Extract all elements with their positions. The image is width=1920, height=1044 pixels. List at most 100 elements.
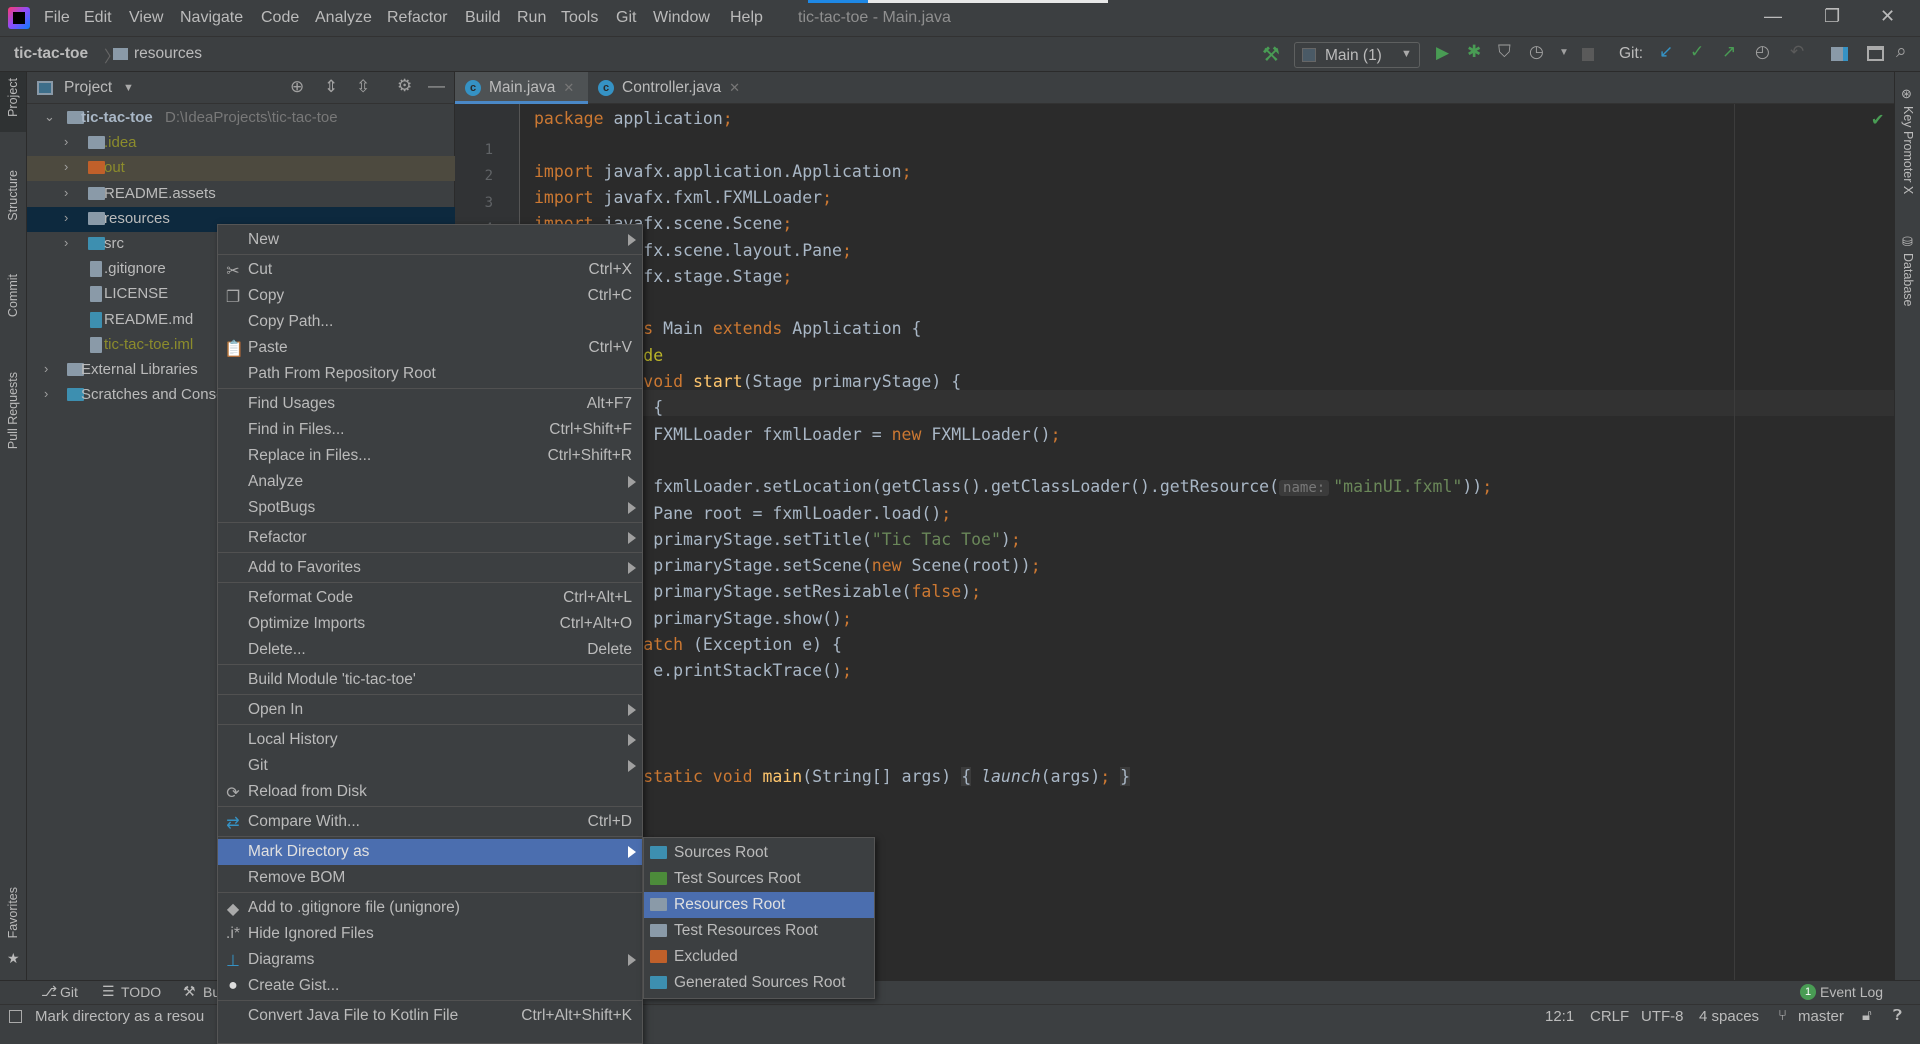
menu-item-hide-ignored-files[interactable]: .i* Hide Ignored Files (218, 921, 642, 947)
collapse-all-icon[interactable]: ⇳ (356, 77, 370, 97)
menu-code[interactable]: Code (261, 9, 299, 27)
menu-item-find-usages[interactable]: Find Usages Alt+F7 (218, 391, 642, 417)
tool-window-commit[interactable]: Commit (6, 274, 20, 317)
menu-item-delete[interactable]: Delete... Delete (218, 637, 642, 663)
menu-tools[interactable]: Tools (561, 9, 598, 27)
menu-item-replace-in-files[interactable]: Replace in Files... Ctrl+Shift+R (218, 443, 642, 469)
menu-item-add-to-gitignore-file-unignore[interactable]: ◆ Add to .gitignore file (unignore) (218, 895, 642, 921)
tab-main-java[interactable]: c Main.java ✕ (455, 72, 588, 104)
menu-view[interactable]: View (129, 9, 163, 27)
tool-window-event-log[interactable]: Event Log (1820, 984, 1883, 1000)
history-clock-icon[interactable]: ◴ (1755, 42, 1770, 62)
chevron-right-icon[interactable]: › (64, 185, 68, 200)
indent-setting[interactable]: 4 spaces (1699, 1008, 1759, 1025)
menu-item-build-module-tic-tac-toe[interactable]: Build Module 'tic-tac-toe' (218, 667, 642, 693)
menu-item-reload-from-disk[interactable]: ⟳ Reload from Disk (218, 779, 642, 805)
menu-item-copy-path[interactable]: Copy Path... (218, 309, 642, 335)
git-update-arrow-icon[interactable]: ↙ (1659, 42, 1673, 62)
menu-item-compare-with[interactable]: ⇄ Compare With... Ctrl+D (218, 809, 642, 835)
menu-item-git[interactable]: Git (218, 753, 642, 779)
line-separator[interactable]: CRLF (1590, 1008, 1629, 1025)
chevron-right-icon[interactable]: › (64, 235, 68, 250)
project-view-selector[interactable]: Project (64, 79, 112, 97)
menu-item-refactor[interactable]: Refactor (218, 525, 642, 551)
menu-item-local-history[interactable]: Local History (218, 727, 642, 753)
code-line[interactable]: package application; (534, 106, 733, 132)
tab-controller-java[interactable]: c Controller.java ✕ (588, 72, 753, 104)
debug-bug-icon[interactable]: ✱ (1467, 42, 1481, 62)
chevron-right-icon[interactable]: › (44, 386, 48, 401)
menu-refactor[interactable]: Refactor (387, 9, 447, 27)
run-icon[interactable]: ▶ (1436, 43, 1449, 63)
tool-window-todo[interactable]: TODO (121, 984, 161, 1000)
chevron-right-icon[interactable]: › (64, 159, 68, 174)
git-push-arrow-icon[interactable]: ↗ (1722, 42, 1736, 62)
no-problems-check-icon[interactable]: ✔ (1871, 110, 1884, 130)
menu-item-path-from-repository-root[interactable]: Path From Repository Root (218, 361, 642, 387)
menu-item-optimize-imports[interactable]: Optimize Imports Ctrl+Alt+O (218, 611, 642, 637)
restore-button[interactable]: ❐ (1824, 6, 1840, 27)
menu-item-analyze[interactable]: Analyze (218, 469, 642, 495)
code-line[interactable]: import javafx.fxml.FXMLLoader; (534, 185, 832, 211)
git-branch[interactable]: master (1798, 1008, 1844, 1025)
breadcrumb-folder[interactable]: resources (134, 45, 202, 63)
menu-item-reformat-code[interactable]: Reformat Code Ctrl+Alt+L (218, 585, 642, 611)
expand-all-icon[interactable]: ⇕ (324, 77, 338, 97)
close-button[interactable]: ✕ (1880, 6, 1895, 27)
tree-item-tic-tac-toe[interactable]: ⌄ tic-tac-toe D:\IdeaProjects\tic-tac-toe (27, 106, 455, 131)
chevron-down-icon[interactable]: ⌄ (44, 109, 55, 125)
locate-target-icon[interactable]: ⊕ (290, 77, 304, 97)
profiler-icon[interactable]: ◷ (1529, 42, 1544, 62)
menu-item-create-gist[interactable]: ● Create Gist... (218, 973, 642, 999)
menu-analyze[interactable]: Analyze (315, 9, 372, 27)
menu-item-add-to-favorites[interactable]: Add to Favorites (218, 555, 642, 581)
breadcrumb-project[interactable]: tic-tac-toe (14, 45, 88, 63)
unlock-icon[interactable]: 🔓︎ (1862, 1007, 1872, 1024)
help-icon[interactable]: ❓︎ (1893, 1007, 1902, 1024)
code-line[interactable]: import javafx.application.Application; (534, 159, 912, 185)
git-commit-check-icon[interactable]: ✓ (1690, 42, 1704, 62)
menu-item-find-in-files[interactable]: Find in Files... Ctrl+Shift+F (218, 417, 642, 443)
menu-item-paste[interactable]: 📋 Paste Ctrl+V (218, 335, 642, 361)
menu-navigate[interactable]: Navigate (180, 9, 243, 27)
chevron-down-icon[interactable]: ▼ (1559, 47, 1569, 58)
menu-run[interactable]: Run (517, 9, 546, 27)
submenu-item-generated-sources-root[interactable]: Generated Sources Root (644, 970, 874, 996)
menu-item-remove-bom[interactable]: Remove BOM (218, 865, 642, 891)
chevron-right-icon[interactable]: › (64, 134, 68, 149)
close-tab-icon[interactable]: ✕ (729, 80, 740, 95)
menu-item-mark-directory-as[interactable]: Mark Directory as (218, 839, 642, 865)
tree-item-readme-assets[interactable]: › README.assets (27, 182, 455, 207)
gear-icon[interactable]: ⚙ (397, 76, 412, 96)
minimize-button[interactable]: — (1764, 6, 1782, 27)
project-structure-icon[interactable] (1831, 47, 1848, 61)
submenu-item-resources-root[interactable]: Resources Root (644, 892, 874, 918)
close-tab-icon[interactable]: ✕ (563, 80, 574, 95)
submenu-item-sources-root[interactable]: Sources Root (644, 840, 874, 866)
menu-help[interactable]: Help (730, 9, 763, 27)
tool-window-git[interactable]: Git (60, 984, 78, 1000)
tool-window-structure[interactable]: Structure (6, 170, 20, 221)
tool-window-project[interactable]: Project (6, 78, 20, 117)
chevron-down-icon[interactable]: ▼ (123, 82, 134, 94)
menu-item-copy[interactable]: ❐ Copy Ctrl+C (218, 283, 642, 309)
chevron-right-icon[interactable]: › (64, 210, 68, 225)
run-anything-icon[interactable] (1867, 46, 1884, 61)
tool-window-key-promoter-x[interactable]: Key Promoter X (1901, 106, 1915, 194)
tree-item-idea[interactable]: › .idea (27, 131, 455, 156)
menu-item-spotbugs[interactable]: SpotBugs (218, 495, 642, 521)
submenu-item-test-resources-root[interactable]: Test Resources Root (644, 918, 874, 944)
stop-icon[interactable] (1582, 48, 1594, 61)
chevron-right-icon[interactable]: › (44, 361, 48, 376)
toggle-tool-windows-icon[interactable] (9, 1010, 22, 1023)
tool-window-pull-requests[interactable]: Pull Requests (6, 372, 20, 449)
menu-item-convert-java-file-to-kotlin-file[interactable]: Convert Java File to Kotlin File Ctrl+Alt… (218, 1003, 642, 1029)
menu-item-cut[interactable]: ✂ Cut Ctrl+X (218, 257, 642, 283)
file-encoding[interactable]: UTF-8 (1641, 1008, 1684, 1025)
rollback-icon[interactable]: ↶ (1790, 42, 1804, 62)
menu-item-open-in[interactable]: Open In (218, 697, 642, 723)
menu-item-diagrams[interactable]: ⊥ Diagrams (218, 947, 642, 973)
menu-window[interactable]: Window (653, 9, 710, 27)
run-configuration-dropdown[interactable]: Main (1) ▼ (1294, 42, 1420, 68)
menu-item-new[interactable]: New (218, 227, 642, 253)
